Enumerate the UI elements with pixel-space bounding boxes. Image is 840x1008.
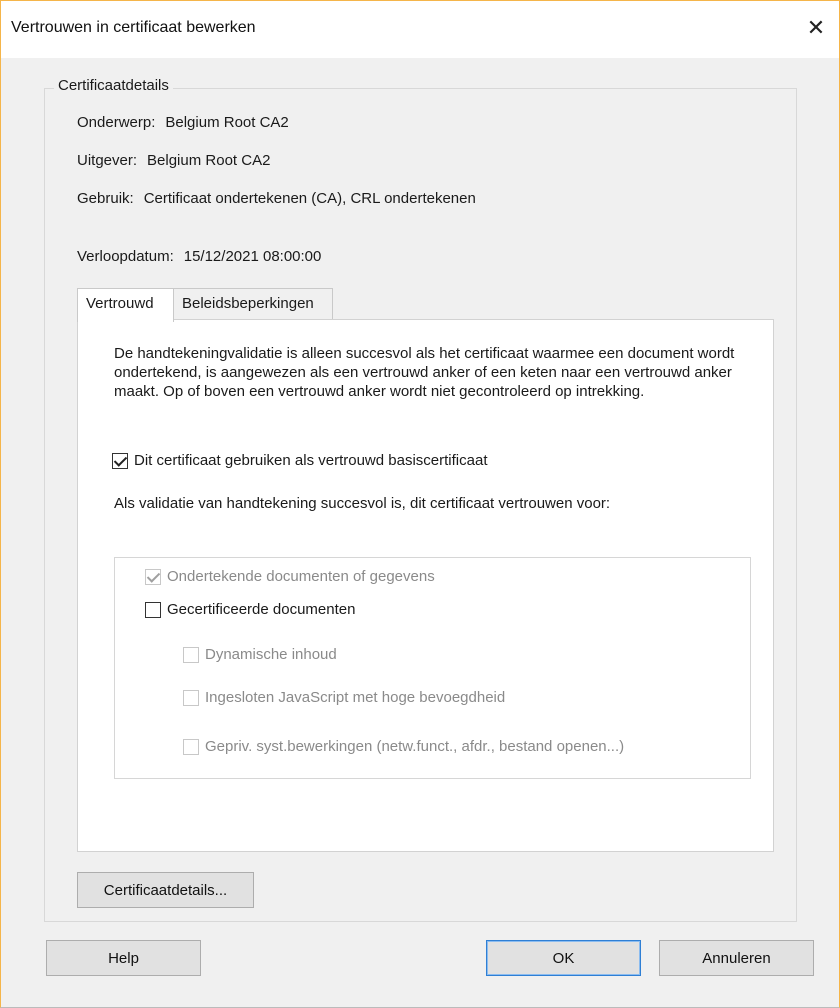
dialog-window: Vertrouwen in certificaat bewerken ✕ Cer… (0, 0, 840, 1008)
tab-vertrouwd[interactable]: Vertrouwd (77, 288, 174, 322)
embedded-js-checkbox (183, 689, 199, 706)
dynamic-content-checkbox (183, 646, 199, 663)
certified-docs-row[interactable]: Gecertificeerde documenten (145, 601, 355, 618)
privileged-ops-checkbox (183, 738, 199, 755)
issuer-label: Uitgever: (77, 152, 138, 169)
window-title: Vertrouwen in certificaat bewerken (11, 19, 256, 36)
usage-value: Certificaat ondertekenen (CA), CRL onder… (143, 190, 476, 207)
close-icon: ✕ (806, 15, 826, 40)
group-label: Certificaatdetails (54, 77, 173, 94)
signed-docs-row: Ondertekende documenten of gegevens (145, 568, 435, 585)
dynamic-content-row: Dynamische inhoud (183, 646, 337, 663)
tab-beleidsbeperkingen[interactable]: Beleidsbeperkingen (173, 288, 333, 320)
issuer-row: Uitgever: Belgium Root CA2 (77, 152, 270, 169)
trust-for-label: Als validatie van handtekening succesvol… (114, 495, 611, 512)
close-button[interactable]: ✕ (793, 5, 839, 51)
certified-docs-label: Gecertificeerde documenten (167, 601, 356, 618)
privileged-ops-row: Gepriv. syst.bewerkingen (netw.funct., a… (183, 738, 624, 755)
dynamic-content-label: Dynamische inhoud (205, 646, 337, 663)
help-button[interactable]: Help (46, 940, 201, 976)
root-cert-label: Dit certificaat gebruiken als vertrouwd … (134, 452, 488, 469)
certified-docs-checkbox[interactable] (145, 601, 161, 618)
root-cert-checkbox[interactable] (112, 452, 128, 469)
issuer-value: Belgium Root CA2 (147, 152, 271, 169)
ok-button[interactable]: OK (486, 940, 641, 976)
embedded-js-label: Ingesloten JavaScript met hoge bevoegdhe… (205, 689, 506, 706)
signed-docs-checkbox (145, 568, 161, 585)
usage-row: Gebruik: Certificaat ondertekenen (CA), C… (77, 190, 476, 207)
usage-label: Gebruik: (77, 190, 134, 207)
embedded-js-row: Ingesloten JavaScript met hoge bevoegdhe… (183, 689, 505, 706)
expiry-value: 15/12/2021 08:00:00 (183, 248, 322, 265)
privileged-ops-label: Gepriv. syst.bewerkingen (netw.funct., a… (205, 738, 625, 755)
subject-value: Belgium Root CA2 (165, 114, 289, 131)
title-bar[interactable]: Vertrouwen in certificaat bewerken ✕ (1, 0, 839, 58)
subject-row: Onderwerp: Belgium Root CA2 (77, 114, 289, 131)
expiry-label: Verloopdatum: (77, 248, 174, 265)
certificate-details-button[interactable]: Certificaatdetails... (77, 872, 254, 908)
subject-label: Onderwerp: (77, 114, 156, 131)
expiry-row: Verloopdatum: 15/12/2021 08:00:00 (77, 248, 321, 265)
signed-docs-label: Ondertekende documenten of gegevens (167, 568, 435, 585)
trust-description: De handtekeningvalidatie is alleen succe… (114, 345, 735, 400)
root-cert-checkbox-row[interactable]: Dit certificaat gebruiken als vertrouwd … (112, 452, 487, 469)
cancel-button[interactable]: Annuleren (659, 940, 814, 976)
